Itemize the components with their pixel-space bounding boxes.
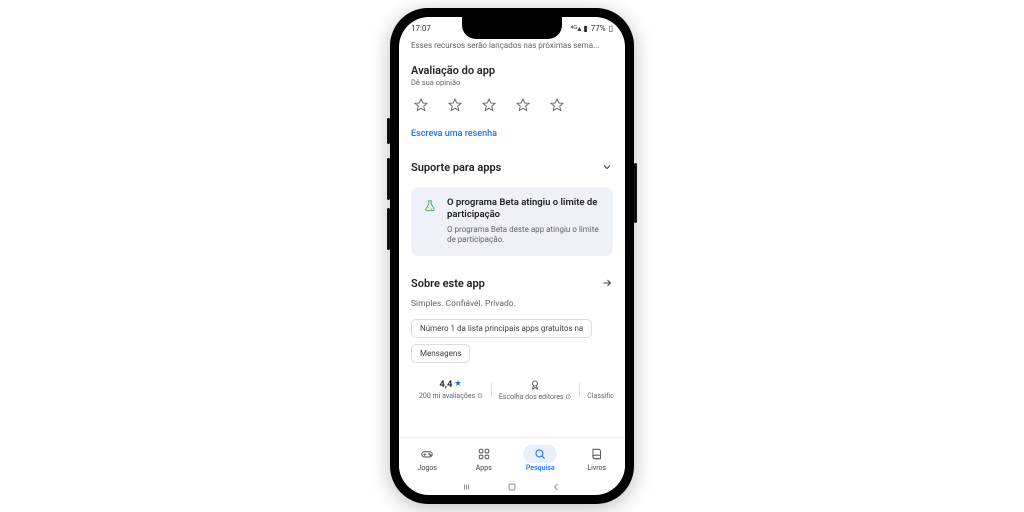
about-title: Sobre este app <box>411 277 485 290</box>
gesture-bar <box>399 479 625 495</box>
back-button[interactable] <box>549 481 563 493</box>
search-icon <box>533 447 547 461</box>
stat-editors-choice[interactable]: Escolha dos editores ⊙ <box>491 379 579 401</box>
star-1[interactable] <box>413 97 429 117</box>
status-battery: 77% <box>591 24 606 33</box>
screen: 17:07 ⁴ᴳ▴ ▮ 77% ▯ Esses recursos serão l… <box>399 17 625 495</box>
about-desc: Simples. Confiável. Privado. <box>411 299 613 309</box>
beta-card: O programa Beta atingiu o limite de part… <box>411 187 613 256</box>
star-2[interactable] <box>447 97 463 117</box>
support-title: Suporte para apps <box>411 161 501 174</box>
editors-choice-icon <box>499 379 571 391</box>
apps-grid-icon <box>477 447 491 461</box>
beta-title: O programa Beta atingiu o limite de part… <box>447 197 603 221</box>
nav-search[interactable]: Pesquisa <box>512 438 569 479</box>
beta-flask-icon <box>421 197 439 246</box>
gamepad-icon <box>420 447 434 461</box>
stat-classification[interactable]: Classific <box>579 379 622 401</box>
home-button[interactable] <box>505 481 519 493</box>
arrow-right-icon <box>601 274 613 293</box>
bottom-nav: Jogos Apps Pesquisa Livros <box>399 437 625 479</box>
beta-subtitle: O programa Beta deste app atingiu o limi… <box>447 225 603 246</box>
nav-games[interactable]: Jogos <box>399 438 456 479</box>
status-time: 17:07 <box>411 24 431 33</box>
phone-frame: 17:07 ⁴ᴳ▴ ▮ 77% ▯ Esses recursos serão l… <box>390 8 634 504</box>
about-row[interactable]: Sobre este app <box>411 274 613 293</box>
star-5[interactable] <box>549 97 565 117</box>
battery-icon: ▯ <box>609 24 613 33</box>
release-hint: Esses recursos serão lançados nas próxim… <box>411 41 613 50</box>
nav-books[interactable]: Livros <box>569 438 626 479</box>
star-4[interactable] <box>515 97 531 117</box>
rating-subtitle: Dê sua opinião <box>411 78 613 87</box>
recents-button[interactable] <box>461 481 475 493</box>
write-review-link[interactable]: Escreva uma resenha <box>411 129 497 139</box>
stats-row: 4,4 200 mi avaliações ⊙ Escolha dos edit… <box>411 379 613 401</box>
stat-rating[interactable]: 4,4 200 mi avaliações ⊙ <box>411 379 491 401</box>
signal-icon: ⁴ᴳ▴ ▮ <box>570 24 587 33</box>
chevron-down-icon <box>601 158 613 177</box>
notch <box>462 17 562 39</box>
chip-top-free[interactable]: Número 1 da lista principais apps gratui… <box>411 319 592 338</box>
star-3[interactable] <box>481 97 497 117</box>
book-icon <box>590 447 604 461</box>
rating-title: Avaliação do app <box>411 64 613 77</box>
chip-category[interactable]: Mensagens <box>411 344 470 363</box>
support-row[interactable]: Suporte para apps <box>411 158 613 177</box>
star-icon <box>454 379 462 390</box>
rating-stars <box>411 97 613 117</box>
nav-apps[interactable]: Apps <box>456 438 513 479</box>
